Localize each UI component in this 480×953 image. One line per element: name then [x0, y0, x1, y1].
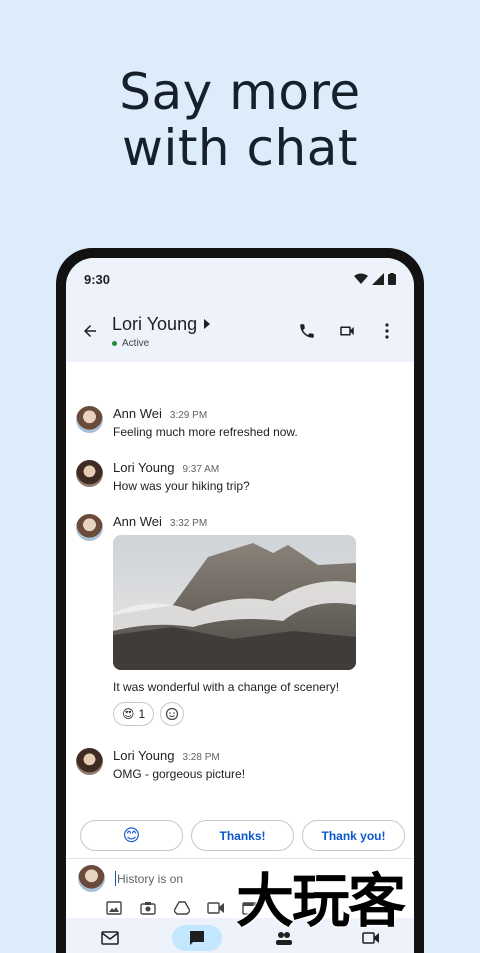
avatar	[76, 406, 103, 433]
reaction-emoji: 😍	[122, 707, 135, 721]
status-time: 9:30	[84, 271, 111, 287]
message-time: 9:37 AM	[182, 464, 220, 475]
message-item[interactable]: Lori Young 9:37 AM How was your hiking t…	[76, 460, 250, 493]
phone-icon	[300, 324, 314, 338]
phone-call-button[interactable]	[292, 316, 322, 346]
meet-video-button[interactable]	[206, 898, 226, 918]
add-reaction-icon	[166, 707, 179, 721]
phone-frame: 9:30 Lori Young Active Ann Wei 3:29 PM F…	[56, 248, 424, 953]
insert-image-button[interactable]	[104, 898, 124, 918]
message-time: 3:32 PM	[169, 518, 208, 529]
headline: Say more with chat	[0, 64, 480, 176]
message-time: 3:29 PM	[169, 410, 208, 421]
chat-icon	[189, 931, 204, 945]
shared-photo[interactable]	[113, 535, 356, 670]
avatar	[76, 460, 103, 487]
message-sender: Lori Young	[113, 748, 175, 763]
active-dot	[112, 340, 117, 346]
mail-icon	[100, 931, 119, 945]
video-icon	[340, 326, 354, 336]
message-item[interactable]: Lori Young 3:28 PM OMG - gorgeous pictur…	[76, 748, 245, 781]
message-time: 3:28 PM	[182, 752, 220, 763]
video-icon	[207, 902, 224, 914]
message-item[interactable]: Ann Wei 3:32 PM It was wonderful with a …	[76, 514, 356, 726]
more-options-button[interactable]	[372, 316, 402, 346]
message-input[interactable]: History is on	[115, 871, 183, 886]
message-sender: Ann Wei	[113, 406, 162, 421]
smart-reply-thank-you[interactable]: Thank you!	[302, 820, 405, 851]
chevron-right-icon	[204, 319, 211, 329]
avatar	[76, 514, 103, 541]
contact-name: Lori Young	[112, 313, 198, 334]
camera-button[interactable]	[138, 898, 158, 918]
drive-button[interactable]	[172, 898, 192, 918]
message-text: Feeling much more refreshed now.	[113, 425, 298, 439]
arrow-back-icon	[84, 325, 96, 337]
text-caret	[115, 871, 116, 886]
app-bar: Lori Young Active	[66, 300, 414, 362]
contact-status: Active	[122, 337, 150, 349]
reaction-count: 1	[138, 707, 146, 721]
add-reaction-button[interactable]	[160, 702, 185, 726]
battery-icon	[388, 273, 396, 285]
smart-replies: 😊 Thanks! Thank you!	[80, 820, 405, 851]
video-call-button[interactable]	[332, 316, 362, 346]
avatar	[78, 865, 105, 892]
watermark-logo: 大玩客	[236, 867, 406, 935]
status-bar: 9:30	[66, 258, 414, 300]
contact-header[interactable]: Lori Young Active	[112, 314, 211, 349]
smart-reply-thanks[interactable]: Thanks!	[191, 820, 294, 851]
phone-screen: 9:30 Lori Young Active Ann Wei 3:29 PM F…	[66, 258, 414, 953]
avatar	[76, 748, 103, 775]
message-text: OMG - gorgeous picture!	[113, 767, 246, 781]
message-sender: Lori Young	[113, 460, 175, 475]
back-button[interactable]	[68, 309, 112, 353]
reaction-chip[interactable]: 😍 1	[113, 702, 155, 726]
message-text: It was wonderful with a change of scener…	[113, 680, 340, 694]
camera-icon	[140, 902, 156, 915]
signal-icon	[372, 273, 384, 285]
message-input-placeholder: History is on	[117, 871, 184, 886]
headline-line-2: with chat	[122, 119, 358, 177]
more-vert-icon	[385, 323, 389, 339]
message-sender: Ann Wei	[113, 514, 162, 529]
image-icon	[106, 901, 122, 915]
message-text: How was your hiking trip?	[113, 479, 250, 493]
headline-line-1: Say more	[119, 63, 361, 121]
nav-chat[interactable]	[171, 925, 222, 951]
smart-reply-emoji[interactable]: 😊	[80, 820, 183, 851]
wifi-icon	[354, 273, 368, 284]
message-item[interactable]: Ann Wei 3:29 PM Feeling much more refres…	[76, 406, 298, 439]
nav-mail[interactable]	[85, 925, 135, 951]
drive-icon	[174, 901, 190, 915]
